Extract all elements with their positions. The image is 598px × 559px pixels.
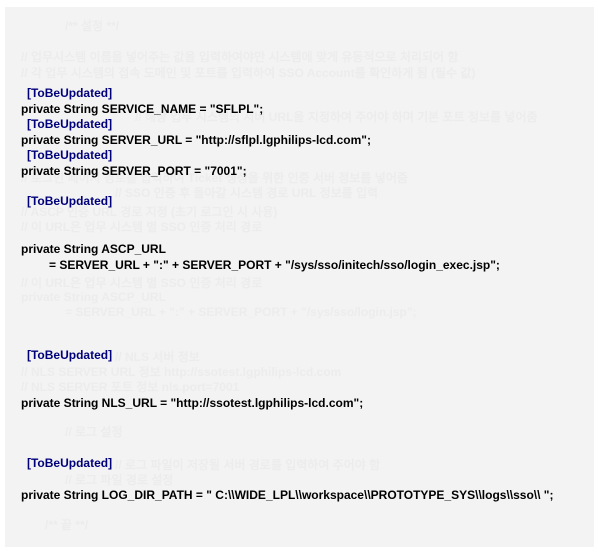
faded-comment-line: // 업무시스템 이름을 넣어주는 값을 입력하여야만 시스템에 맞게 유동적으… bbox=[21, 50, 459, 64]
to-be-updated-marker: [ToBeUpdated] bbox=[27, 348, 113, 362]
faded-comment-line: // NLS SERVER URL 정보 http://ssotest.lgph… bbox=[21, 365, 342, 379]
faded-comment-line: /** 끝 **/ bbox=[45, 518, 89, 532]
code-line-nls-url: private String NLS_URL = "http://ssotest… bbox=[21, 396, 364, 410]
faded-comment-line: // NLS 서버 정보 bbox=[115, 350, 200, 364]
faded-comment-line: // 로그 파일 경로 설정 bbox=[65, 473, 174, 487]
code-line-server-port: private String SERVER_PORT = "7001"; bbox=[21, 164, 247, 178]
faded-code-line: private String ASCP_URL bbox=[21, 290, 166, 304]
faded-comment-line: // 이 URL은 업무 시스템 별 SSO 인증 처리 경로 bbox=[21, 276, 263, 290]
faded-code-line: = SERVER_URL + ":" + SERVER_PORT + "/sys… bbox=[65, 305, 417, 319]
faded-comment-line: // 로그 파일이 저장될 서버 경로를 입력하여 주어야 함 bbox=[115, 458, 381, 472]
faded-comment-line: // 이 URL은 업무 시스템 별 SSO 인증 처리 경로 bbox=[21, 220, 263, 234]
faded-comment-line: /** 설정 **/ bbox=[65, 19, 120, 33]
code-line-log-dir-path: private String LOG_DIR_PATH = " C:\\WIDE… bbox=[21, 488, 554, 502]
document-page: /** 설정 **/ // 업무시스템 이름을 넣어주는 값을 입력하여야만 시… bbox=[5, 7, 594, 547]
code-line-service-name: private String SERVICE_NAME = "SFLPL"; bbox=[21, 102, 264, 116]
faded-comment-line: // 각 업무 시스템의 접속 도메인 및 포트를 입력하여 SSO Accou… bbox=[21, 66, 476, 80]
faded-comment-line: // 로그 설정 bbox=[65, 425, 123, 439]
code-line-ascp-url-decl: private String ASCP_URL bbox=[21, 242, 166, 256]
to-be-updated-marker: [ToBeUpdated] bbox=[27, 148, 113, 162]
to-be-updated-marker: [ToBeUpdated] bbox=[27, 86, 113, 100]
faded-comment-line: // NLS SERVER 포트 정보 nls.port=7001 bbox=[21, 380, 240, 394]
code-line-ascp-url-value: = SERVER_URL + ":" + SERVER_PORT + "/sys… bbox=[49, 258, 500, 272]
to-be-updated-marker: [ToBeUpdated] bbox=[27, 456, 113, 470]
faded-comment-line: // SSO 인증 후 돌아갈 시스템 경로 URL 정보를 입력 bbox=[115, 186, 379, 200]
to-be-updated-marker: [ToBeUpdated] bbox=[27, 194, 113, 208]
to-be-updated-marker: [ToBeUpdated] bbox=[27, 117, 113, 131]
code-line-server-url: private String SERVER_URL = "http://sflp… bbox=[21, 133, 371, 147]
